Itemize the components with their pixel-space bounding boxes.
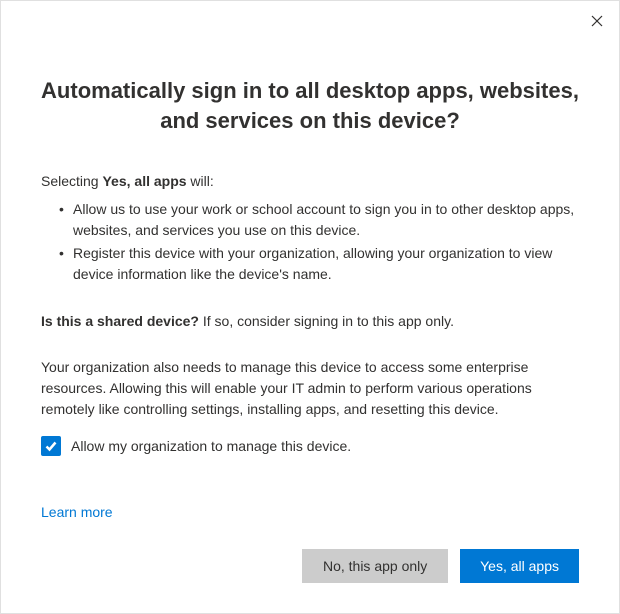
bullet-list: Allow us to use your work or school acco… bbox=[41, 199, 579, 285]
shared-bold: Is this a shared device? bbox=[41, 313, 199, 329]
checkmark-icon bbox=[44, 439, 58, 453]
organization-text: Your organization also needs to manage t… bbox=[41, 357, 579, 420]
intro-prefix: Selecting bbox=[41, 173, 102, 189]
manage-device-label[interactable]: Allow my organization to manage this dev… bbox=[71, 438, 351, 454]
intro-text: Selecting Yes, all apps will: bbox=[41, 173, 579, 189]
manage-device-checkbox[interactable] bbox=[41, 436, 61, 456]
dialog-title: Automatically sign in to all desktop app… bbox=[41, 76, 579, 135]
shared-device-text: Is this a shared device? If so, consider… bbox=[41, 313, 579, 329]
signin-dialog: Automatically sign in to all desktop app… bbox=[0, 0, 620, 614]
dialog-buttons: No, this app only Yes, all apps bbox=[302, 549, 579, 583]
shared-rest: If so, consider signing in to this app o… bbox=[199, 313, 454, 329]
manage-device-checkbox-row: Allow my organization to manage this dev… bbox=[41, 436, 579, 456]
bullet-item: Allow us to use your work or school acco… bbox=[59, 199, 579, 241]
intro-bold: Yes, all apps bbox=[102, 173, 186, 189]
learn-more-link[interactable]: Learn more bbox=[41, 504, 113, 520]
intro-suffix: will: bbox=[187, 173, 214, 189]
close-button[interactable] bbox=[585, 9, 609, 33]
yes-all-apps-button[interactable]: Yes, all apps bbox=[460, 549, 579, 583]
no-this-app-only-button[interactable]: No, this app only bbox=[302, 549, 448, 583]
bullet-item: Register this device with your organizat… bbox=[59, 243, 579, 285]
close-icon bbox=[591, 15, 603, 27]
